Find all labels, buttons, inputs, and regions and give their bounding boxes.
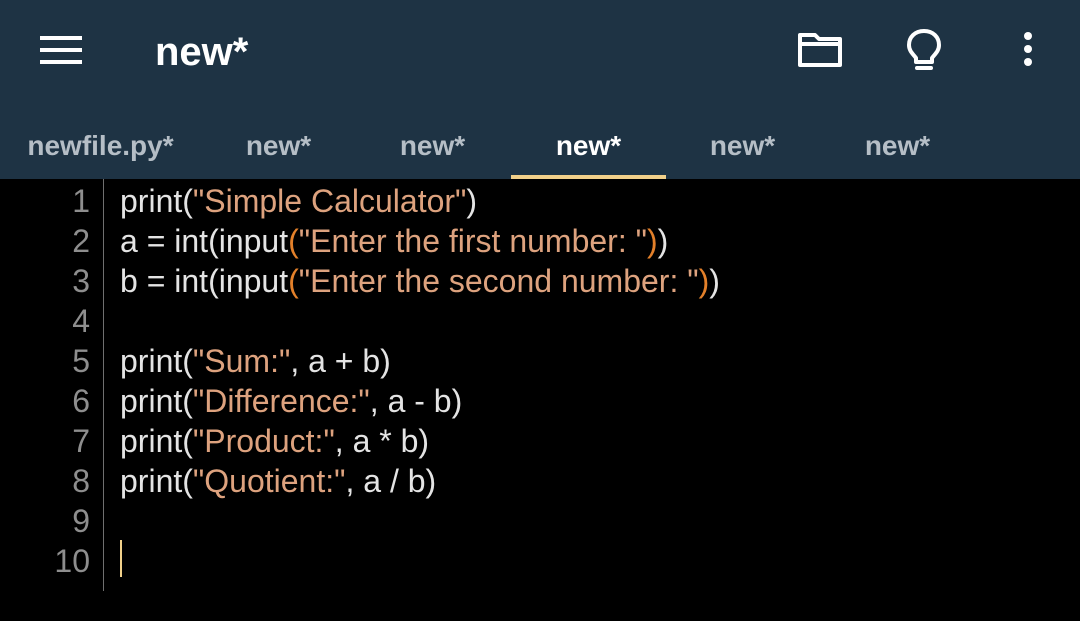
tab-new-1[interactable]: new*: [201, 104, 356, 179]
line-number: 10: [54, 543, 90, 579]
code-editor-app: new* newfile.py* new* new* new* new* new…: [0, 0, 1080, 621]
code-line: 4: [0, 301, 1080, 341]
tab-new-4[interactable]: new*: [665, 104, 820, 179]
file-tabs: newfile.py* new* new* new* new* new*: [0, 104, 1080, 179]
line-number: 3: [72, 263, 90, 299]
menu-button[interactable]: [28, 24, 92, 74]
code-text: a = int(input("Enter the first number: "…: [120, 223, 669, 259]
code-text: print("Product:", a * b): [120, 423, 430, 459]
document-title: new*: [155, 30, 249, 74]
code-line: 1 print("Simple Calculator"): [0, 181, 1080, 221]
line-number: 1: [72, 183, 90, 219]
code-editor[interactable]: 1 print("Simple Calculator") 2 a = int(i…: [0, 179, 1080, 621]
hints-button[interactable]: [896, 22, 952, 78]
tab-newfile-py[interactable]: newfile.py*: [23, 104, 178, 179]
code-text: print("Difference:", a - b): [120, 383, 463, 419]
code-text: b = int(input("Enter the second number: …: [120, 263, 720, 299]
tab-new-2[interactable]: new*: [355, 104, 510, 179]
code-text: print("Quotient:", a / b): [120, 463, 437, 499]
line-number: 9: [72, 503, 90, 539]
code-line: 2 a = int(input("Enter the first number:…: [0, 221, 1080, 261]
top-toolbar: new*: [0, 0, 1080, 104]
tab-new-5[interactable]: new*: [820, 104, 975, 179]
code-line: 3 b = int(input("Enter the second number…: [0, 261, 1080, 301]
line-number: 8: [72, 463, 90, 499]
code-line: 7 print("Product:", a * b): [0, 421, 1080, 461]
text-cursor: [120, 540, 122, 577]
open-folder-button[interactable]: [792, 22, 848, 78]
code-line: 9: [0, 501, 1080, 541]
more-options-button[interactable]: [1000, 22, 1056, 78]
line-number: 4: [72, 303, 90, 339]
code-line: 8 print("Quotient:", a / b): [0, 461, 1080, 501]
code-line: 5 print("Sum:", a + b): [0, 341, 1080, 381]
code-text: print("Simple Calculator"): [120, 183, 478, 219]
code-text: print("Sum:", a + b): [120, 343, 391, 379]
line-number: 7: [72, 423, 90, 459]
tab-new-3-active[interactable]: new*: [511, 104, 666, 179]
line-number: 6: [72, 383, 90, 419]
line-number: 2: [72, 223, 90, 259]
code-line: 10: [0, 541, 1080, 581]
line-number: 5: [72, 343, 90, 379]
code-line: 6 print("Difference:", a - b): [0, 381, 1080, 421]
